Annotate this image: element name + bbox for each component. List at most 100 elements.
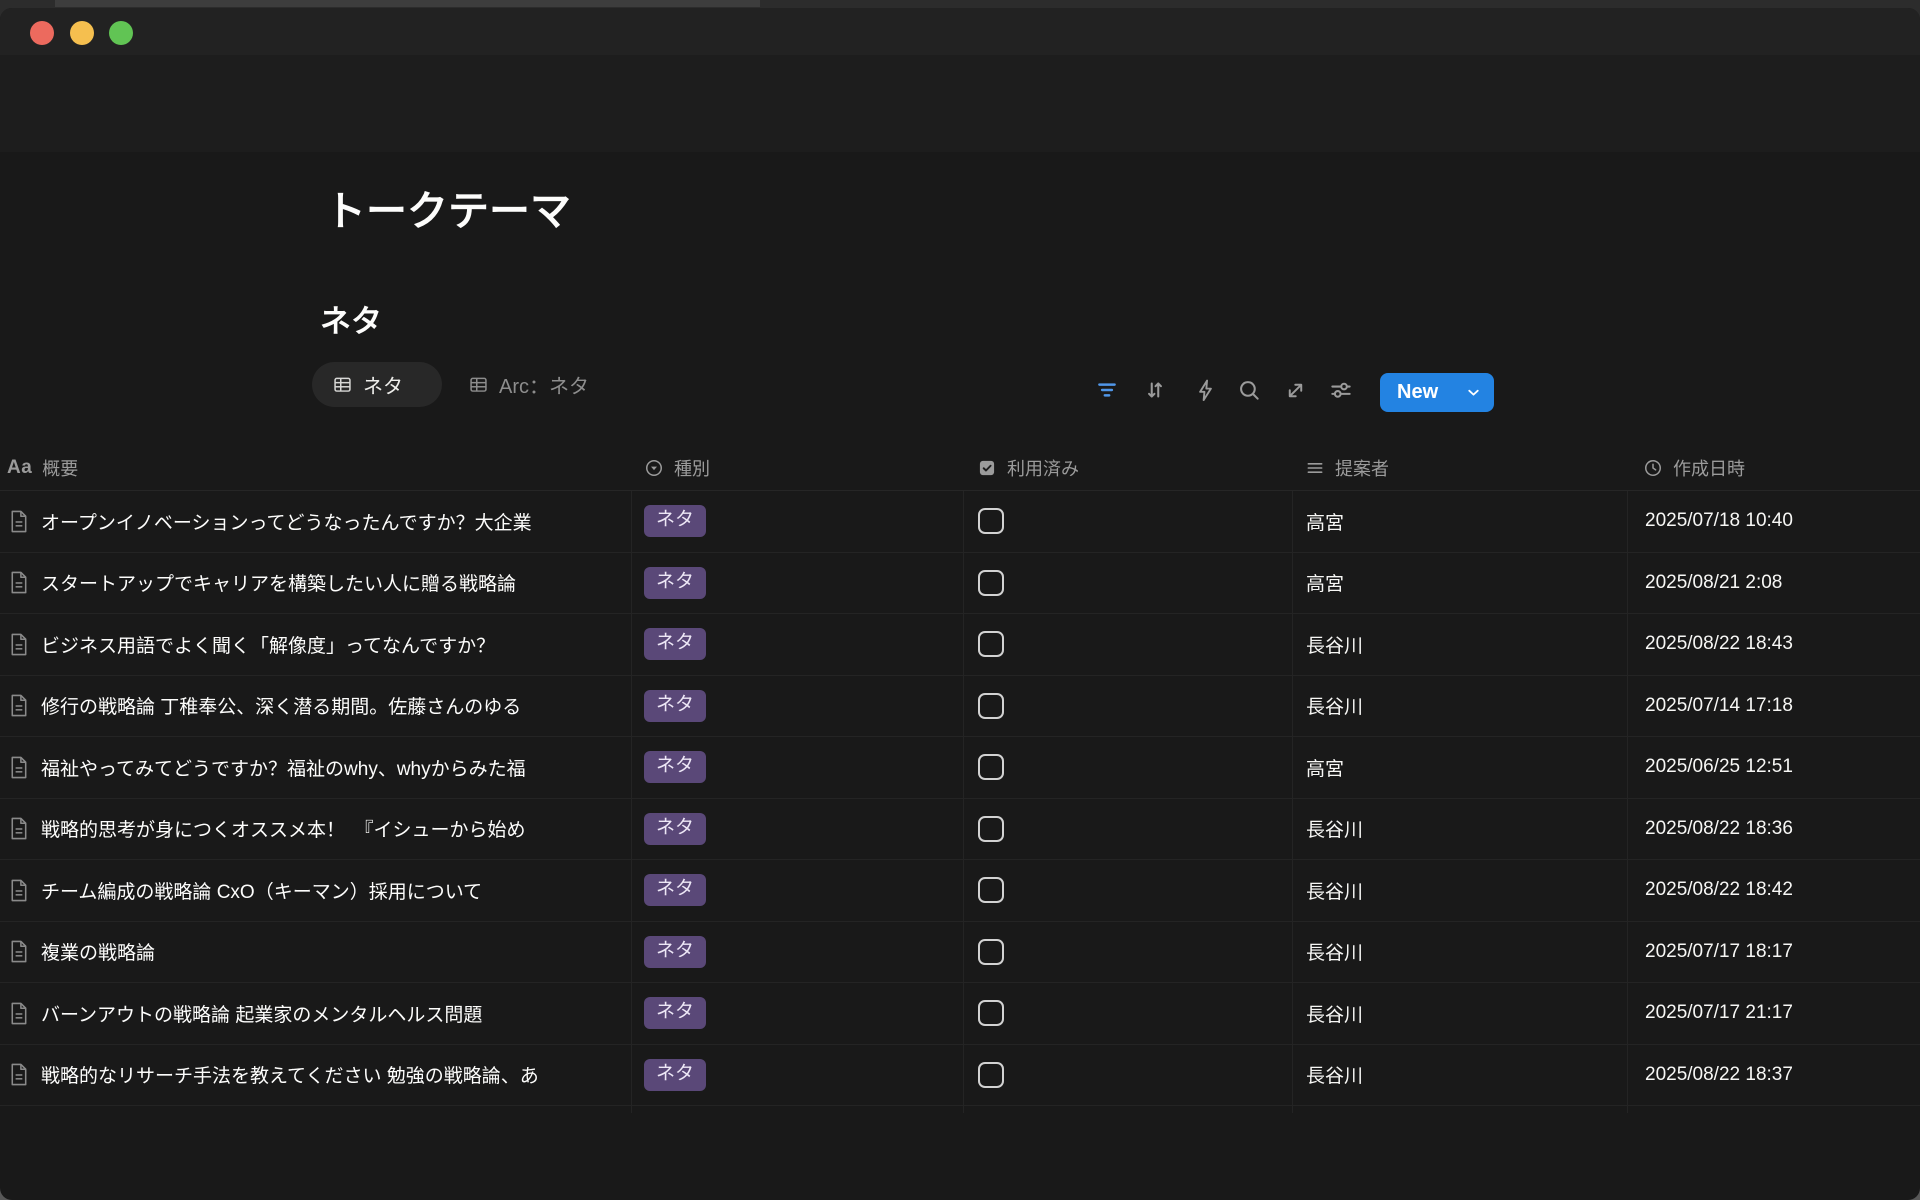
settings-sliders-icon[interactable] [1324,374,1358,406]
row-proposer-cell[interactable]: 長谷川 [1292,676,1627,737]
row-proposer-cell[interactable]: 高宮 [1292,553,1627,614]
search-icon[interactable] [1232,374,1266,406]
row-created-cell[interactable]: 2025/07/14 17:18 [1627,676,1920,737]
checkbox-unchecked[interactable] [978,631,1004,657]
row-used-cell[interactable] [963,614,1292,675]
row-title-cell[interactable]: 複業の戦略論 [0,922,631,983]
page-icon [7,816,30,841]
table-row: 戦略的思考が身につくオススメ本！ 『イシューから始め ネタ 長谷川 2025/0… [0,799,1920,861]
checkbox-unchecked[interactable] [978,754,1004,780]
view-tab-neta[interactable]: ネタ [312,362,442,407]
sort-icon[interactable] [1138,374,1172,406]
row-created-cell[interactable]: 2025/08/22 18:43 [1627,614,1920,675]
row-proposer-cell[interactable]: 高宮 [1292,491,1627,552]
minimize-window-button[interactable] [70,21,94,45]
row-used-cell[interactable] [963,860,1292,921]
filter-icon[interactable] [1090,374,1124,406]
row-proposer-cell[interactable]: 長谷川 [1292,614,1627,675]
window-titlebar [0,8,1920,55]
row-used-cell[interactable] [963,1045,1292,1106]
row-proposer-cell[interactable]: 高宮 [1292,737,1627,798]
checkbox-unchecked[interactable] [978,693,1004,719]
checkbox-unchecked[interactable] [978,939,1004,965]
row-used-cell[interactable] [963,676,1292,737]
column-header-created[interactable]: 作成日時 [1627,446,1920,490]
row-type-cell[interactable]: ネタ [631,1045,963,1106]
row-type-cell[interactable]: ネタ [631,922,963,983]
row-used-cell[interactable] [963,737,1292,798]
column-header-type[interactable]: 種別 [631,446,963,490]
row-title-cell[interactable]: オープンイノベーションってどうなったんですか？大企業 [0,491,631,552]
row-used-cell[interactable] [963,553,1292,614]
checkbox-unchecked[interactable] [978,1062,1004,1088]
chevron-down-icon[interactable] [1465,384,1482,401]
created-text: 2025/07/17 18:17 [1645,941,1793,963]
row-title-cell[interactable]: チーム編成の戦略論 CxO（キーマン）採用について [0,860,631,921]
expand-icon[interactable] [1278,374,1312,406]
checkbox-unchecked[interactable] [978,570,1004,596]
row-created-cell[interactable]: 2025/08/22 18:42 [1627,860,1920,921]
row-type-cell[interactable]: ネタ [631,676,963,737]
created-text: 2025/07/18 10:40 [1645,510,1793,532]
column-header-proposer[interactable]: 提案者 [1292,446,1627,490]
page-icon [7,570,30,595]
column-divider-stub [0,1106,1920,1113]
zoom-window-button[interactable] [109,21,133,45]
checkbox-unchecked[interactable] [978,816,1004,842]
table-view-icon [332,374,353,395]
row-type-cell[interactable]: ネタ [631,799,963,860]
table-row: チーム編成の戦略論 CxO（キーマン）採用について ネタ 長谷川 2025/08… [0,860,1920,922]
view-tab-label: ネタ [363,370,403,399]
view-tab-arc-neta[interactable]: Arc：ネタ [458,362,599,407]
page-icon [7,939,30,964]
row-title-cell[interactable]: 福祉やってみてどうですか？福祉のwhy、whyからみた福 [0,737,631,798]
row-title-cell[interactable]: ビジネス用語でよく聞く「解像度」ってなんですか？ [0,614,631,675]
automation-icon[interactable] [1188,374,1222,406]
row-type-cell[interactable]: ネタ [631,553,963,614]
row-used-cell[interactable] [963,799,1292,860]
row-created-cell[interactable]: 2025/08/22 18:36 [1627,799,1920,860]
row-title-cell[interactable]: 戦略的なリサーチ手法を教えてください 勉強の戦略論、あ [0,1045,631,1106]
row-title: バーンアウトの戦略論 起業家のメンタルヘルス問題 [41,1000,482,1027]
row-type-cell[interactable]: ネタ [631,491,963,552]
row-used-cell[interactable] [963,491,1292,552]
row-created-cell[interactable]: 2025/07/17 21:17 [1627,983,1920,1044]
row-created-cell[interactable]: 2025/07/17 18:17 [1627,922,1920,983]
row-title-cell[interactable]: スタートアップでキャリアを構築したい人に贈る戦略論 [0,553,631,614]
new-button-label: New [1397,381,1438,404]
row-type-cell[interactable]: ネタ [631,737,963,798]
row-type-cell[interactable]: ネタ [631,860,963,921]
row-title-cell[interactable]: バーンアウトの戦略論 起業家のメンタルヘルス問題 [0,983,631,1044]
row-type-cell[interactable]: ネタ [631,983,963,1044]
row-created-cell[interactable]: 2025/08/22 18:37 [1627,1045,1920,1106]
checkbox-unchecked[interactable] [978,508,1004,534]
row-title-cell[interactable]: 修行の戦略論 丁稚奉公、深く潜る期間。佐藤さんのゆる [0,676,631,737]
type-tag: ネタ [644,751,706,783]
proposer-text: 長谷川 [1306,877,1363,904]
row-proposer-cell[interactable]: 長谷川 [1292,983,1627,1044]
row-proposer-cell[interactable]: 長谷川 [1292,799,1627,860]
column-header-used[interactable]: 利用済み [963,446,1292,490]
row-created-cell[interactable]: 2025/06/25 12:51 [1627,737,1920,798]
row-created-cell[interactable]: 2025/07/18 10:40 [1627,491,1920,552]
row-type-cell[interactable]: ネタ [631,614,963,675]
row-proposer-cell[interactable]: 長谷川 [1292,860,1627,921]
checkbox-unchecked[interactable] [978,877,1004,903]
row-proposer-cell[interactable]: 長谷川 [1292,922,1627,983]
proposer-text: 長谷川 [1306,815,1363,842]
row-title: 戦略的思考が身につくオススメ本！ 『イシューから始め [41,815,526,842]
row-title-cell[interactable]: 戦略的思考が身につくオススメ本！ 『イシューから始め [0,799,631,860]
close-window-button[interactable] [30,21,54,45]
row-used-cell[interactable] [963,983,1292,1044]
page-icon [7,632,30,657]
checkbox-unchecked[interactable] [978,1000,1004,1026]
column-header-summary[interactable]: Aa 概要 [0,446,631,490]
row-used-cell[interactable] [963,922,1292,983]
row-created-cell[interactable]: 2025/08/21 2:08 [1627,553,1920,614]
text-property-icon [1305,458,1325,478]
table-row: オープンイノベーションってどうなったんですか？大企業 ネタ 高宮 2025/07… [0,491,1920,553]
row-proposer-cell[interactable]: 長谷川 [1292,1045,1627,1106]
table-view-icon [468,374,489,395]
type-tag: ネタ [644,997,706,1029]
new-button[interactable]: New [1380,373,1494,412]
